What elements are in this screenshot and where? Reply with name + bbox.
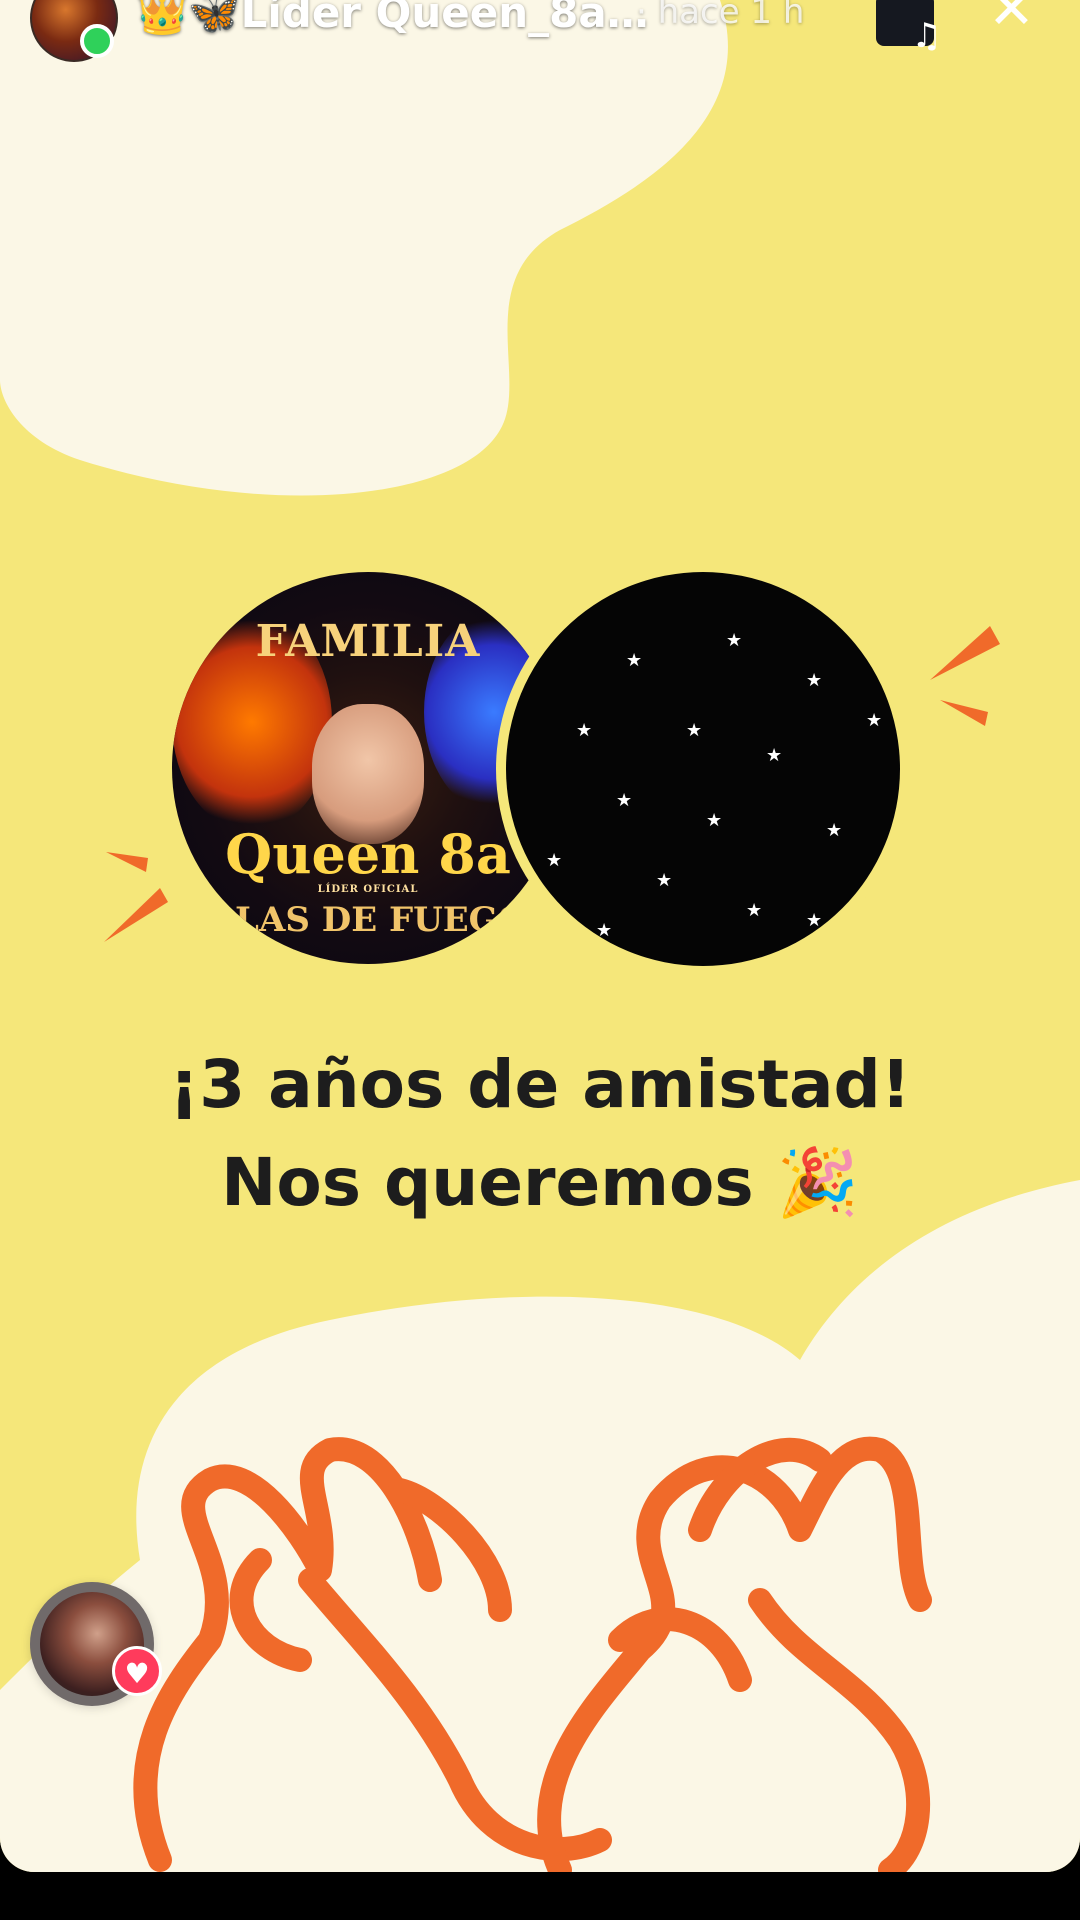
close-icon[interactable]: ✕: [988, 0, 1035, 38]
online-status-icon: [80, 24, 114, 58]
story-canvas: FAMILIA Queen 8a LÍDER OFICIAL ALAS DE F…: [0, 0, 1080, 1872]
story-timestamp: · hace 1 h: [636, 0, 805, 32]
story-header: 👑🦋Líder Queen_8a… · hace 1 h ♫ ✕: [0, 0, 1080, 70]
top-cream-blob: [0, 0, 728, 496]
badge-subtitle: LÍDER OFICIAL: [317, 884, 419, 895]
star-icon: ★: [616, 790, 633, 811]
star-icon: ★: [806, 670, 823, 691]
star-icon: ★: [826, 820, 843, 841]
badge-title: FAMILIA: [255, 616, 481, 667]
starfield-avatar: ★ ★ ★ ★ ★ ★ ★ ★ ★ ★ ★ ★ ★ ★ ★ ★: [506, 572, 900, 966]
star-icon: ★: [656, 870, 673, 891]
star-icon: ★: [766, 745, 783, 766]
star-icon: ★: [866, 710, 883, 731]
star-icon: ★: [576, 720, 593, 741]
star-icon: ★: [806, 910, 823, 931]
heart-icon: ♥: [112, 1646, 162, 1696]
star-icon: ★: [686, 720, 703, 741]
author-username[interactable]: 👑🦋Líder Queen_8a…: [136, 0, 649, 38]
star-icon: ★: [546, 610, 563, 631]
confetti-right: [930, 626, 1000, 726]
music-note-icon[interactable]: ♫: [876, 0, 942, 56]
headline-line-2: Nos queremos 🎉: [221, 1144, 859, 1221]
star-icon: ★: [546, 850, 563, 871]
music-note-glyph: ♫: [911, 16, 942, 56]
headline-line-1: ¡3 años de amistad!: [169, 1046, 911, 1123]
confetti-left: [104, 852, 168, 942]
badge-name: Queen 8a: [225, 822, 511, 886]
star-icon: ★: [746, 900, 763, 921]
star-icon: ★: [626, 650, 643, 671]
star-icon: ★: [706, 810, 723, 831]
badge-footer: ALAS DE FUEGO: [208, 900, 528, 940]
star-icon: ★: [596, 920, 613, 941]
star-icon: ★: [726, 630, 743, 651]
